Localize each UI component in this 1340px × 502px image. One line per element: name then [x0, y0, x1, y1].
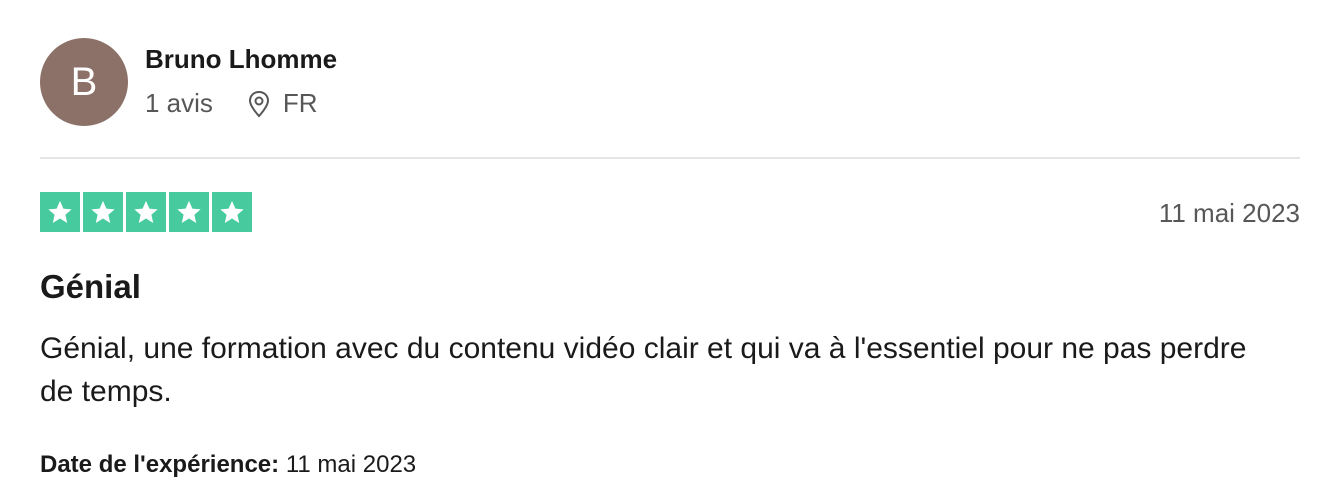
review-body: Génial, une formation avec du contenu vi…: [40, 332, 1247, 408]
experience-label: Date de l'expérience:: [40, 451, 280, 478]
star-icon: [169, 192, 209, 232]
star-icon: [212, 192, 252, 232]
review-title: Génial: [40, 268, 141, 305]
star-icon: [126, 192, 166, 232]
avatar[interactable]: B: [40, 38, 128, 126]
divider: [40, 157, 1300, 159]
review-card: B Bruno Lhomme 1 avis FR 11 mai 2023 Gén: [40, 0, 1300, 502]
star-icon: [83, 192, 123, 232]
experience-date-line: Date de l'expérience: 11 mai 2023: [40, 451, 416, 479]
reviewer-meta: 1 avis FR: [145, 88, 318, 119]
review-count: 1 avis: [145, 88, 213, 118]
review-date: 11 mai 2023: [1158, 198, 1300, 228]
star-rating: [40, 192, 252, 232]
location-pin-icon: [247, 90, 271, 118]
reviewer-name[interactable]: Bruno Lhomme: [145, 44, 337, 75]
star-icon: [40, 192, 80, 232]
reviewer-country: FR: [282, 88, 318, 118]
experience-date: 11 mai 2023: [285, 451, 417, 478]
